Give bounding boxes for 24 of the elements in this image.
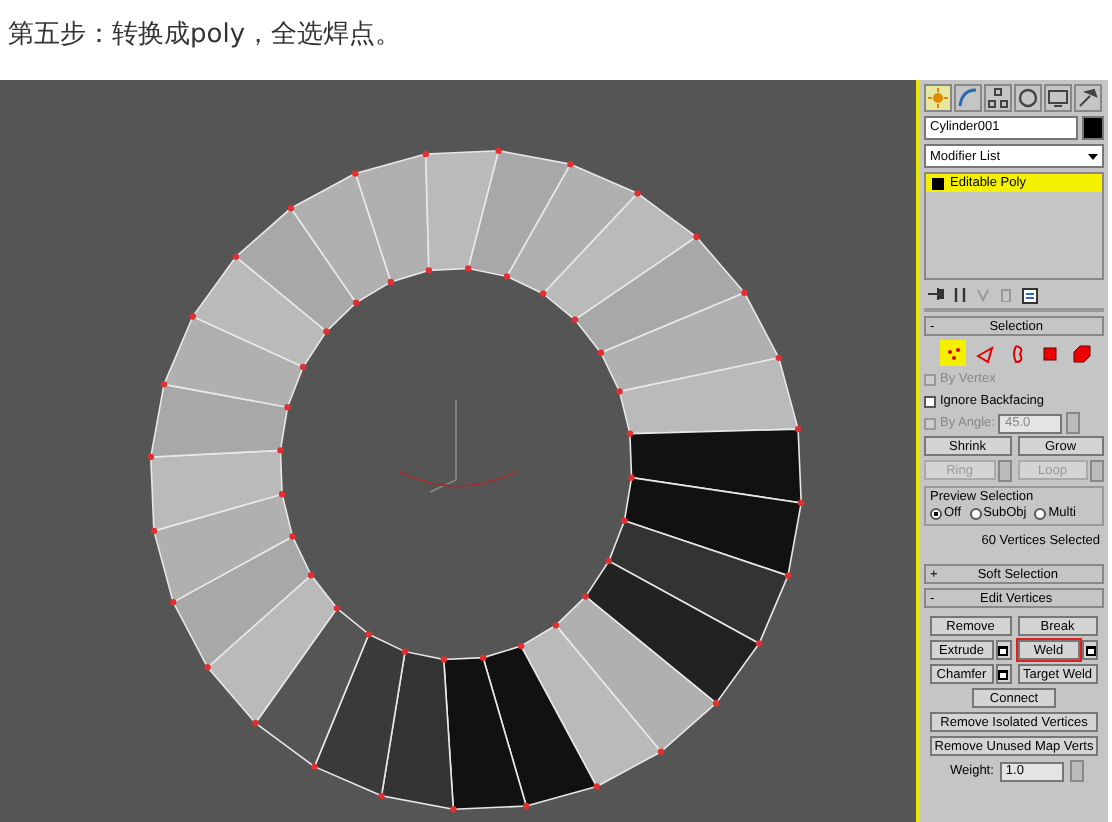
settings-icon[interactable] xyxy=(1082,640,1098,660)
radio-button[interactable] xyxy=(1034,507,1047,519)
transform-gizmo-drawing xyxy=(399,399,517,493)
dropdown-arrow-icon[interactable] xyxy=(1088,153,1098,159)
command-tab[interactable] xyxy=(984,84,1012,112)
vertex-level-icon[interactable] xyxy=(940,340,966,366)
checkbox[interactable] xyxy=(924,395,936,407)
settings-icon[interactable] xyxy=(995,640,1011,660)
command-tab[interactable] xyxy=(1074,84,1102,112)
pin-icon[interactable] xyxy=(928,288,944,300)
color-swatch[interactable] xyxy=(1082,116,1104,140)
radio-button[interactable] xyxy=(969,507,982,519)
configure-icon[interactable] xyxy=(1022,288,1038,304)
element-level-icon[interactable] xyxy=(1068,340,1094,366)
viewport[interactable] xyxy=(0,80,916,822)
radio-button[interactable] xyxy=(930,507,942,519)
command-tab[interactable] xyxy=(954,84,982,112)
stack-toggle-icon[interactable] xyxy=(954,288,966,302)
modifier-icon xyxy=(932,177,944,189)
command-tab[interactable] xyxy=(924,84,952,112)
step-heading: 第五步：转换成poly，全选焊点。 xyxy=(6,18,404,54)
command-tab[interactable] xyxy=(1014,84,1042,112)
command-tab[interactable] xyxy=(1044,84,1072,112)
settings-icon[interactable] xyxy=(995,664,1011,684)
